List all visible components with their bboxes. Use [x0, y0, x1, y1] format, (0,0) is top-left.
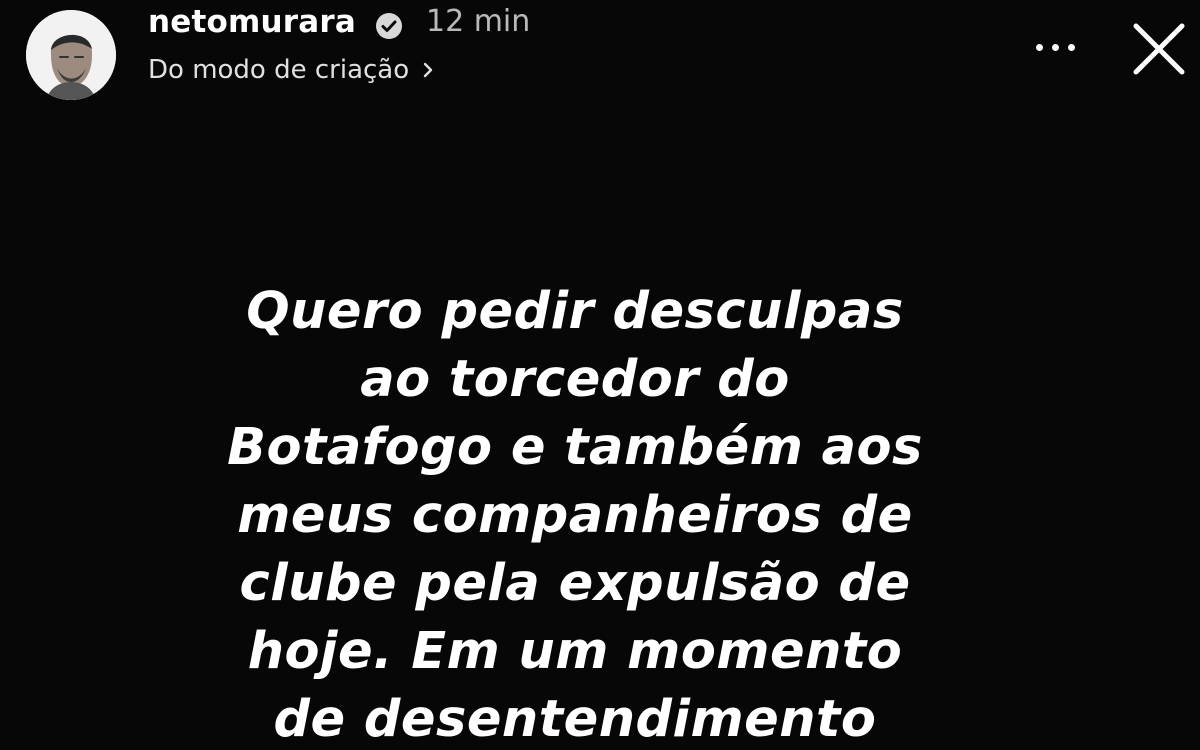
verified-badge-icon	[376, 13, 402, 39]
story-text-line: Botafogo e também aos	[227, 418, 923, 477]
story-text-line: clube pela expulsão de	[239, 554, 911, 613]
more-dot	[1035, 43, 1043, 51]
creation-mode-label: Do modo de criação	[148, 55, 410, 85]
profile-avatar[interactable]	[26, 10, 116, 100]
username[interactable]: netomurara	[148, 4, 356, 40]
post-timestamp: 12 min	[426, 4, 531, 39]
story-text-line: meus companheiros de	[237, 486, 913, 545]
story-text-line: de desentendimento	[273, 690, 877, 749]
more-dot	[1067, 43, 1075, 51]
avatar-image	[26, 10, 116, 100]
story-text: Quero pedir desculpas ao torcedor do Bot…	[170, 278, 980, 750]
story-text-line: ao torcedor do	[360, 350, 790, 409]
story-header: netomurara 12 min Do modo de criação	[0, 0, 1200, 110]
story-text-line: hoje. Em um momento	[247, 622, 903, 681]
story-viewer: netomurara 12 min Do modo de criação Que…	[0, 0, 1200, 750]
chevron-right-icon	[423, 62, 433, 78]
more-dot	[1051, 43, 1059, 51]
story-text-line: Quero pedir desculpas	[246, 282, 904, 341]
creation-mode-link[interactable]: Do modo de criação	[148, 52, 435, 88]
close-icon[interactable]	[1126, 16, 1192, 82]
more-options-icon[interactable]	[1020, 30, 1090, 64]
